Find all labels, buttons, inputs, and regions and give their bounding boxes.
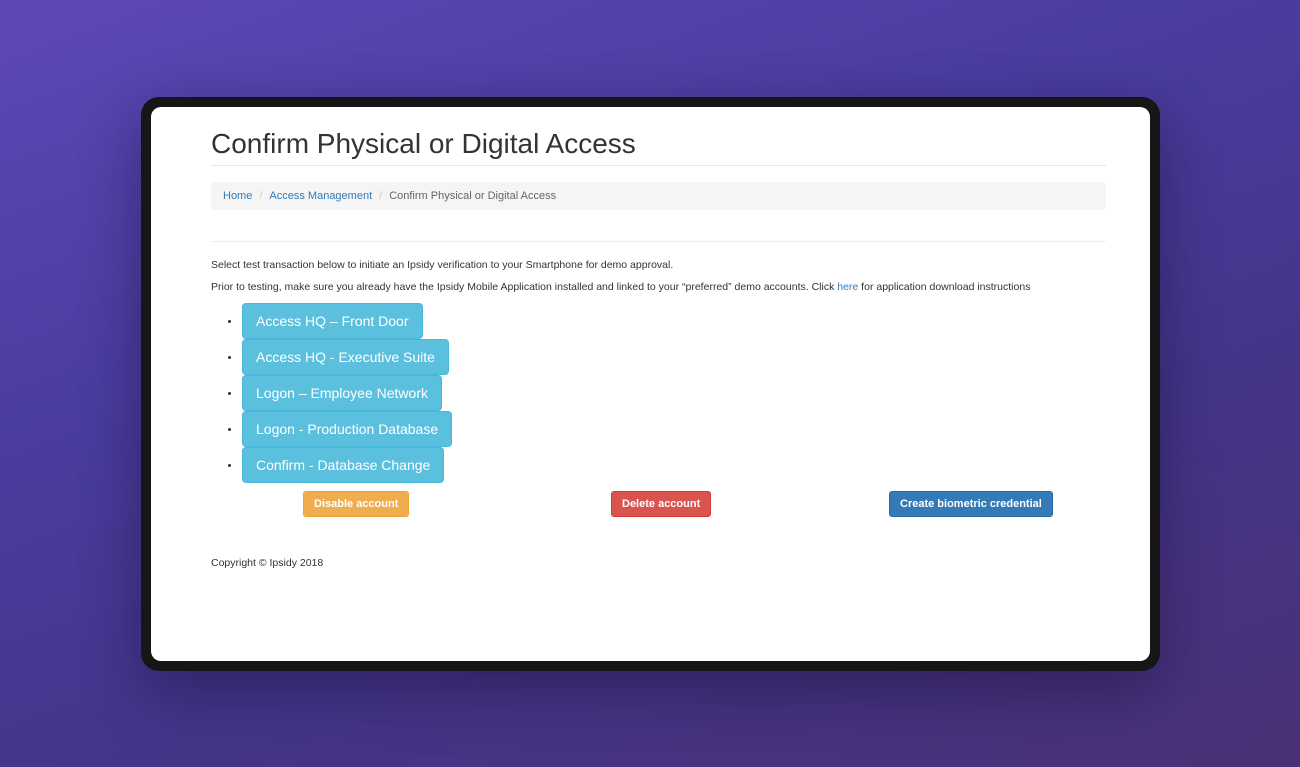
bullet-icon bbox=[228, 392, 231, 395]
create-biometric-credential-button[interactable]: Create biometric credential bbox=[889, 491, 1053, 517]
download-instructions-link[interactable]: here bbox=[837, 281, 858, 293]
device-frame: Confirm Physical or Digital Access Home … bbox=[141, 97, 1160, 671]
bullet-icon bbox=[228, 356, 231, 359]
confirm-database-change-button[interactable]: Confirm - Database Change bbox=[242, 447, 445, 483]
copyright-text: Copyright © Ipsidy 2018 bbox=[211, 557, 324, 569]
intro-text: Select test transaction below to initiat… bbox=[211, 259, 674, 271]
instructions-text-start: Prior to testing, make sure you already … bbox=[211, 281, 838, 293]
list-item: Access HQ – Front Door bbox=[211, 303, 452, 339]
transaction-list: Access HQ – Front Door Access HQ - Execu… bbox=[211, 303, 453, 483]
disable-account-button[interactable]: Disable account bbox=[303, 491, 410, 517]
access-hq-front-door-button[interactable]: Access HQ – Front Door bbox=[242, 303, 423, 339]
breadcrumb-separator: / bbox=[379, 190, 383, 202]
access-hq-executive-suite-button[interactable]: Access HQ - Executive Suite bbox=[242, 339, 449, 375]
bullet-icon bbox=[228, 428, 231, 431]
breadcrumb-home-link[interactable]: Home bbox=[223, 190, 252, 202]
logon-production-database-button[interactable]: Logon - Production Database bbox=[242, 411, 453, 447]
section-divider bbox=[211, 241, 1106, 242]
browser-viewport: Confirm Physical or Digital Access Home … bbox=[151, 107, 1150, 661]
title-divider bbox=[211, 165, 1106, 166]
breadcrumb-current: Confirm Physical or Digital Access bbox=[389, 190, 557, 202]
list-item: Confirm - Database Change bbox=[211, 447, 452, 483]
page-title: Confirm Physical or Digital Access bbox=[211, 128, 636, 159]
breadcrumb: Home / Access Management / Confirm Physi… bbox=[211, 182, 1106, 210]
instructions-text: Prior to testing, make sure you already … bbox=[211, 281, 1030, 293]
instructions-text-end: for application download instructions bbox=[858, 281, 1031, 293]
list-item: Logon - Production Database bbox=[211, 411, 453, 447]
breadcrumb-separator: / bbox=[259, 190, 263, 202]
delete-account-button[interactable]: Delete account bbox=[611, 491, 712, 517]
breadcrumb-access-management-link[interactable]: Access Management bbox=[269, 190, 372, 202]
list-item: Access HQ - Executive Suite bbox=[211, 339, 452, 375]
bullet-icon bbox=[228, 320, 231, 323]
logon-employee-network-button[interactable]: Logon – Employee Network bbox=[242, 375, 442, 411]
list-item: Logon – Employee Network bbox=[211, 375, 452, 411]
bullet-icon bbox=[228, 464, 231, 467]
